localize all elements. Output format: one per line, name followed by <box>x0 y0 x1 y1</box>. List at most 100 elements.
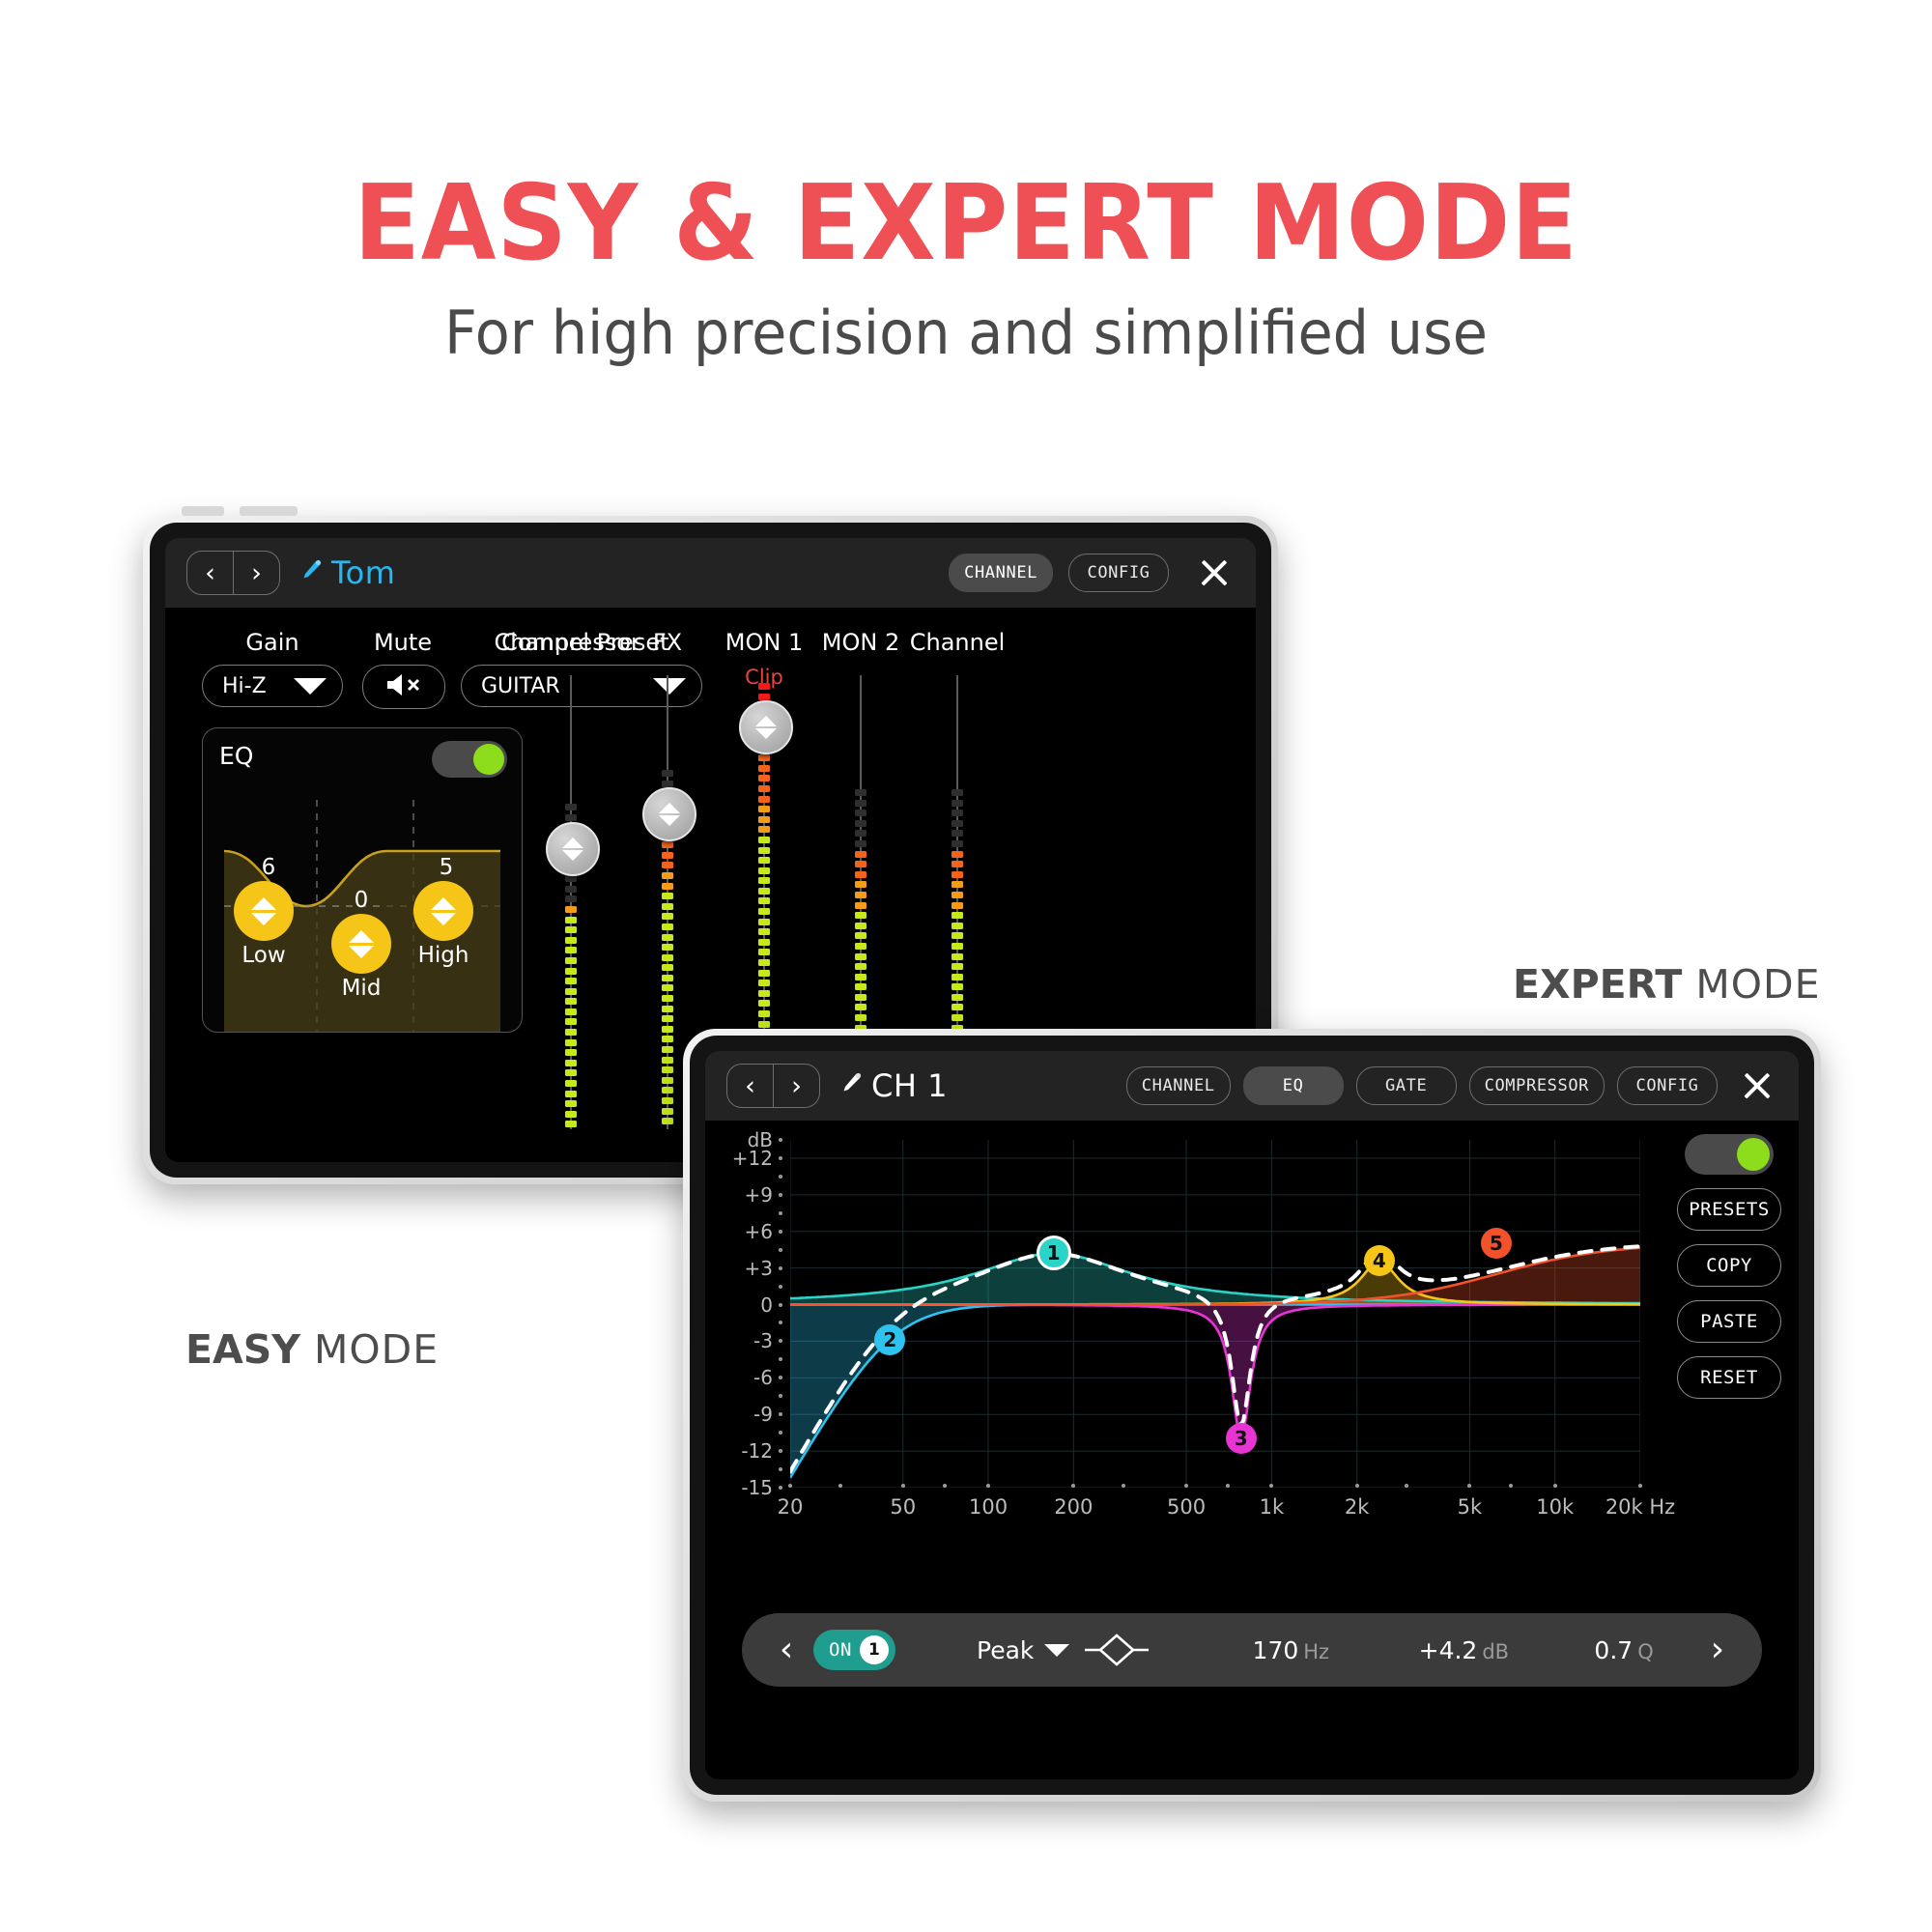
eq-band-node-4[interactable]: 4 <box>1363 1245 1395 1277</box>
fader-knob[interactable] <box>642 787 696 841</box>
meter-led <box>952 983 963 991</box>
meter-led <box>855 789 867 796</box>
eq-enable-toggle[interactable] <box>1685 1134 1774 1175</box>
meter-led <box>855 922 867 929</box>
page-subtitle: For high precision and simplified use <box>443 298 1489 368</box>
meter-led <box>952 1004 963 1011</box>
x-tick-dot <box>1509 1484 1514 1488</box>
x-tick-label: 20 <box>777 1495 804 1519</box>
copy-button[interactable]: COPY <box>1677 1244 1781 1287</box>
chevron-right-icon[interactable]: › <box>1698 1633 1737 1667</box>
x-tick-dot <box>900 1484 905 1488</box>
eq-mid-knob[interactable] <box>331 914 391 974</box>
x-tick-dot <box>1121 1484 1125 1488</box>
expert-mode-tablet: ‹ › CH 1 CHANNEL EQ GATE COMPRESSOR CONFIG d… <box>683 1029 1821 1802</box>
prev-channel-button[interactable]: ‹ <box>187 552 234 594</box>
meter-led <box>758 795 770 803</box>
meter-led <box>855 901 867 909</box>
tab-eq[interactable]: EQ <box>1242 1066 1344 1105</box>
q-number: 0.7 <box>1594 1635 1634 1664</box>
fader-knob[interactable] <box>546 822 600 876</box>
close-icon[interactable] <box>1194 553 1235 593</box>
meter-led <box>662 1107 673 1115</box>
easy-mode-label-rest: MODE <box>299 1326 440 1373</box>
tab-compressor[interactable]: COMPRESSOR <box>1468 1066 1605 1105</box>
meter-led <box>952 799 963 807</box>
y-tick-dot <box>779 1449 782 1454</box>
chevron-left-icon[interactable]: ‹ <box>767 1633 806 1667</box>
next-channel-button[interactable]: › <box>774 1065 819 1107</box>
band-gain-value[interactable]: +4.2 dB <box>1419 1636 1509 1664</box>
eq-high-knob[interactable] <box>413 881 473 941</box>
tablet-side-button <box>182 506 224 516</box>
mute-button[interactable] <box>362 665 445 709</box>
band-frequency-value[interactable]: 170 Hz <box>1253 1636 1330 1664</box>
meter-led <box>565 947 577 954</box>
meter-led <box>758 846 770 854</box>
meter-led <box>662 944 673 952</box>
band-q-value[interactable]: 0.7 Q <box>1594 1636 1653 1664</box>
tab-channel[interactable]: CHANNEL <box>1125 1066 1231 1105</box>
eq-band-node-3[interactable]: 3 <box>1225 1423 1257 1455</box>
easy-channel-nav[interactable]: ‹ › <box>186 551 280 595</box>
filter-type-dropdown[interactable]: Peak <box>977 1633 1151 1667</box>
triangle-down-icon <box>251 912 276 925</box>
eq-graph[interactable]: dB +12 +9 +6 +3 0 -3 -6 -9 -12 -15 20 50 100 200 500 1k… <box>723 1128 1676 1540</box>
meter-led <box>952 789 963 796</box>
meter-led <box>758 836 770 843</box>
meter-led <box>662 1076 673 1084</box>
reset-button[interactable]: RESET <box>1677 1356 1781 1399</box>
eq-low-knob[interactable] <box>234 881 294 941</box>
x-tick-label: 100 <box>968 1495 1009 1519</box>
meter-led <box>662 913 673 921</box>
meter-led <box>758 908 770 916</box>
close-icon[interactable] <box>1737 1065 1777 1106</box>
presets-button[interactable]: PRESETS <box>1677 1188 1781 1231</box>
q-unit: Q <box>1637 1639 1654 1663</box>
meter-led <box>565 998 577 1006</box>
x-tick-label: 50 <box>890 1495 917 1519</box>
meter-led <box>855 810 867 817</box>
meter-led <box>758 980 770 987</box>
eq-side-buttons: PRESETS COPY PASTE RESET <box>1677 1134 1781 1399</box>
y-tick-dot <box>779 1412 782 1417</box>
expert-channel-nav[interactable]: ‹ › <box>726 1064 820 1108</box>
paste-button[interactable]: PASTE <box>1677 1300 1781 1343</box>
eq-band-node-5[interactable]: 5 <box>1480 1228 1512 1260</box>
meter-led <box>758 969 770 977</box>
meter-led <box>758 897 770 905</box>
meter-led <box>565 1049 577 1057</box>
tab-channel[interactable]: CHANNEL <box>949 554 1053 592</box>
next-channel-button[interactable]: › <box>234 552 279 594</box>
meter-led <box>565 1090 577 1097</box>
tab-config[interactable]: CONFIG <box>1068 554 1169 592</box>
band-on-toggle[interactable]: ON 1 <box>813 1630 895 1670</box>
x-tick-dot <box>1467 1484 1472 1488</box>
meter-led <box>952 850 963 858</box>
prev-channel-button[interactable]: ‹ <box>727 1065 774 1107</box>
meter-led <box>662 1118 673 1125</box>
x-tick-label: 200 <box>1054 1495 1094 1519</box>
eq-band-node-2[interactable]: 2 <box>874 1323 906 1355</box>
y-tick-dot <box>779 1155 782 1160</box>
meter-led <box>662 1087 673 1094</box>
band-curve-2[interactable] <box>790 1303 1640 1479</box>
eq-band-node-1[interactable]: 1 <box>1036 1236 1071 1271</box>
gain-dropdown[interactable]: Hi-Z <box>202 665 343 707</box>
y-tick-label: -15 <box>741 1476 773 1499</box>
tab-config[interactable]: CONFIG <box>1617 1066 1718 1105</box>
meter-led <box>855 799 867 807</box>
meter-led <box>855 870 867 878</box>
meter-led <box>855 861 867 868</box>
chevron-down-icon <box>653 677 686 695</box>
band-on-label: ON <box>829 1639 852 1661</box>
meter-led <box>758 806 770 813</box>
tab-gate[interactable]: GATE <box>1355 1066 1457 1105</box>
meter-led <box>952 922 963 929</box>
eq-enable-toggle[interactable] <box>432 741 507 778</box>
eq-curves[interactable] <box>790 1140 1640 1488</box>
fader-knob[interactable] <box>739 700 793 754</box>
band-curve-3[interactable] <box>790 1303 1640 1443</box>
meter-led <box>952 952 963 960</box>
eq-x-axis: 20 50 100 200 500 1k 2k 5k 10k 20k Hz <box>778 1495 1676 1524</box>
